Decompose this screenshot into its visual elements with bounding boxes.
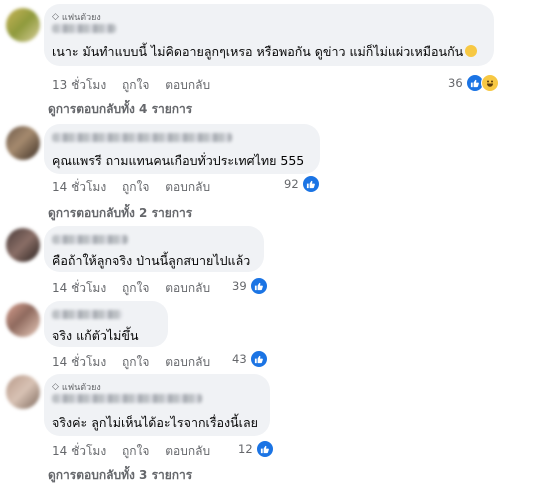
comment-text: คือถ้าให้ลูกจริง ป่านนี้ลูกสบายไปแล้ว <box>52 253 251 268</box>
avatar[interactable] <box>6 303 40 337</box>
comment-time[interactable]: 13 ชั่วโมง <box>52 78 106 92</box>
diamond-icon: ◇ <box>52 382 59 392</box>
view-replies-link[interactable]: ดูการตอบกลับทั้ง 3 รายการ <box>48 466 192 485</box>
like-button[interactable]: ถูกใจ <box>122 180 149 194</box>
comment-text: จริงค่ะ ลูกไม่เห็นได้อะไรจากเรื่องนี้เลย <box>52 415 258 430</box>
comment-actions: 13 ชั่วโมง ถูกใจ ตอบกลับ <box>52 76 222 95</box>
comment-time[interactable]: 14 ชั่วโมง <box>52 180 106 194</box>
smiling-face-emoji <box>465 45 478 57</box>
comment-actions: 14 ชั่วโมง ถูกใจ ตอบกลับ <box>52 442 222 461</box>
fan-badge-label: แฟนตัวยง <box>61 383 101 393</box>
comment-actions: 14 ชั่วโมง ถูกใจ ตอบกลับ <box>52 353 222 372</box>
reply-button[interactable]: ตอบกลับ <box>165 444 210 458</box>
comment-time[interactable]: 14 ชั่วโมง <box>52 281 106 295</box>
reply-button[interactable]: ตอบกลับ <box>165 281 210 295</box>
comment-bubble: คือถ้าให้ลูกจริง ป่านนี้ลูกสบายไปแล้ว <box>44 226 264 272</box>
commenter-name[interactable] <box>52 310 122 319</box>
view-replies-link[interactable]: ดูการตอบกลับทั้ง 4 รายการ <box>48 100 192 119</box>
comment-text: คุณแพรรี ถามแทนคนเกือบทั่วประเทศไทย 555 <box>52 153 305 168</box>
reaction-count[interactable]: 12 <box>238 440 274 458</box>
haha-icon <box>480 74 499 92</box>
avatar[interactable] <box>6 8 40 42</box>
comment-text: เนาะ มันทำแบบนี้ ไม่คิดอายลูกๆเหรอ หรือพ… <box>52 42 478 62</box>
reaction-count[interactable]: 92 <box>284 175 320 193</box>
like-button[interactable]: ถูกใจ <box>122 281 149 295</box>
like-icon <box>249 277 268 295</box>
comment-bubble: จริง แก้ตัวไม่ขึ้น <box>44 301 168 347</box>
fan-badge: ◇ แฟนตัวยง <box>52 380 101 394</box>
reply-button[interactable]: ตอบกลับ <box>165 180 210 194</box>
like-button[interactable]: ถูกใจ <box>122 78 149 92</box>
comment-time[interactable]: 14 ชั่วโมง <box>52 444 106 458</box>
commenter-name[interactable] <box>52 24 116 33</box>
commenter-name[interactable] <box>52 394 202 403</box>
reaction-count[interactable]: 36 <box>448 74 499 92</box>
reaction-count[interactable]: 39 <box>232 277 268 295</box>
reaction-count[interactable]: 43 <box>232 350 268 368</box>
commenter-name[interactable] <box>52 235 128 244</box>
avatar[interactable] <box>6 375 40 409</box>
comment-text: จริง แก้ตัวไม่ขึ้น <box>52 328 139 343</box>
like-icon <box>301 175 320 193</box>
like-button[interactable]: ถูกใจ <box>122 355 149 369</box>
avatar[interactable] <box>6 228 40 262</box>
comment-bubble: คุณแพรรี ถามแทนคนเกือบทั่วประเทศไทย 555 <box>44 124 320 174</box>
comment-time[interactable]: 14 ชั่วโมง <box>52 355 106 369</box>
like-button[interactable]: ถูกใจ <box>122 444 149 458</box>
like-icon <box>249 350 268 368</box>
reply-button[interactable]: ตอบกลับ <box>165 78 210 92</box>
like-icon <box>255 440 274 458</box>
comment-bubble: ◇ แฟนตัวยง เนาะ มันทำแบบนี้ ไม่คิดอายลูก… <box>44 4 494 66</box>
view-replies-link[interactable]: ดูการตอบกลับทั้ง 2 รายการ <box>48 204 192 223</box>
comment-actions: 14 ชั่วโมง ถูกใจ ตอบกลับ <box>52 279 222 298</box>
fan-badge: ◇ แฟนตัวยง <box>52 10 101 24</box>
avatar[interactable] <box>6 126 40 160</box>
fan-badge-label: แฟนตัวยง <box>61 13 101 23</box>
comment-bubble: ◇ แฟนตัวยง จริงค่ะ ลูกไม่เห็นได้อะไรจากเ… <box>44 374 270 436</box>
commenter-name[interactable] <box>52 133 232 142</box>
comment-actions: 14 ชั่วโมง ถูกใจ ตอบกลับ <box>52 178 222 197</box>
reply-button[interactable]: ตอบกลับ <box>165 355 210 369</box>
diamond-icon: ◇ <box>52 12 59 22</box>
